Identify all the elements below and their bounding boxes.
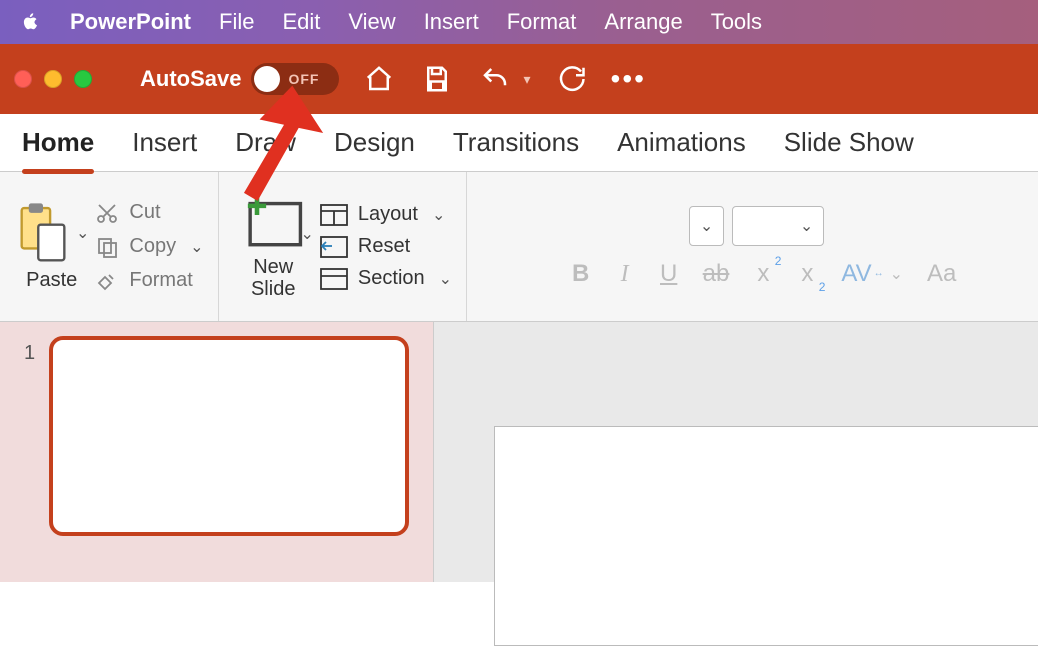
tab-design[interactable]: Design [334, 127, 415, 158]
char-spacing-button[interactable]: AV↔⌄ [841, 260, 903, 288]
minimize-window-button[interactable] [44, 70, 62, 88]
strikethrough-button[interactable]: ab [703, 260, 730, 288]
new-slide-dropdown-icon[interactable]: ⌄ [301, 224, 314, 244]
tab-slideshow[interactable]: Slide Show [784, 127, 914, 158]
slide-canvas-area[interactable] [434, 322, 1038, 582]
mac-menubar: PowerPoint File Edit View Insert Format … [0, 0, 1038, 44]
tab-transitions[interactable]: Transitions [453, 127, 579, 158]
spacing-dropdown-icon[interactable]: ⌄ [890, 264, 903, 284]
paste-dropdown-icon[interactable]: ⌄ [76, 223, 89, 243]
window-titlebar: AutoSave OFF ▾ ••• [0, 44, 1038, 114]
autosave-state: OFF [288, 71, 319, 87]
mac-menu-insert[interactable]: Insert [424, 9, 479, 35]
slide-thumbnail-1[interactable] [49, 336, 409, 536]
reset-label: Reset [358, 235, 410, 258]
subscript-button[interactable]: x2 [797, 260, 817, 288]
mac-menu-view[interactable]: View [348, 9, 395, 35]
clipboard-group: ⌄ Paste Cut Copy ⌄ Format [0, 172, 219, 321]
section-label: Section [358, 267, 425, 290]
font-group: ⌄ ⌄ B I U ab x2 x2 AV↔⌄ Aa [467, 172, 1038, 321]
paste-label: Paste [26, 269, 77, 292]
mac-menu-edit[interactable]: Edit [282, 9, 320, 35]
undo-dropdown-icon[interactable]: ▾ [523, 71, 530, 88]
reset-button[interactable]: Reset [320, 235, 452, 259]
close-window-button[interactable] [14, 70, 32, 88]
redo-button[interactable] [553, 61, 589, 97]
font-size-select[interactable]: ⌄ [732, 206, 824, 246]
mac-menu-format[interactable]: Format [507, 9, 577, 35]
cut-label: Cut [129, 201, 160, 224]
new-slide-button[interactable]: ⌄ New Slide [233, 194, 314, 300]
section-button[interactable]: Section ⌄ [320, 267, 452, 291]
copy-button[interactable]: Copy ⌄ [95, 235, 203, 259]
autosave-label: AutoSave [140, 66, 241, 92]
undo-button[interactable] [477, 61, 513, 97]
bold-button[interactable]: B [571, 260, 591, 288]
fullscreen-window-button[interactable] [74, 70, 92, 88]
tab-insert[interactable]: Insert [132, 127, 197, 158]
home-button[interactable] [361, 61, 397, 97]
slide-number: 1 [24, 342, 35, 568]
italic-button[interactable]: I [615, 261, 635, 288]
autosave-toggle-group: AutoSave OFF [140, 63, 339, 95]
superscript-button[interactable]: x2 [753, 260, 773, 288]
layout-dropdown-icon[interactable]: ⌄ [432, 205, 445, 225]
tab-home[interactable]: Home [22, 127, 94, 158]
mac-menu-tools[interactable]: Tools [711, 9, 762, 35]
new-slide-label: New Slide [251, 256, 295, 300]
paste-button[interactable]: ⌄ [14, 201, 89, 265]
chevron-down-icon: ⌄ [700, 216, 713, 236]
slides-group: ⌄ New Slide Layout ⌄ Reset Section ⌄ [219, 172, 468, 321]
workspace: 1 [0, 322, 1038, 582]
toggle-knob-icon [254, 66, 280, 92]
layout-label: Layout [358, 203, 418, 226]
slide-canvas[interactable] [494, 426, 1038, 646]
slide-thumbnail-panel[interactable]: 1 [0, 322, 434, 582]
copy-label: Copy [129, 235, 176, 258]
section-dropdown-icon[interactable]: ⌄ [439, 269, 452, 289]
font-family-select[interactable]: ⌄ [689, 206, 724, 246]
mac-app-name[interactable]: PowerPoint [70, 9, 191, 35]
window-controls [14, 70, 92, 88]
mac-menu-file[interactable]: File [219, 9, 254, 35]
change-case-button[interactable]: Aa [927, 260, 956, 288]
format-painter-label: Format [129, 269, 192, 292]
tab-draw[interactable]: Draw [235, 127, 296, 158]
ribbon-tabstrip: Home Insert Draw Design Transitions Anim… [0, 114, 1038, 172]
underline-button[interactable]: U [659, 260, 679, 288]
layout-button[interactable]: Layout ⌄ [320, 203, 452, 227]
mac-menu-arrange[interactable]: Arrange [604, 9, 682, 35]
chevron-down-icon: ⌄ [800, 216, 813, 236]
ribbon-home: ⌄ Paste Cut Copy ⌄ Format ⌄ New Slide [0, 172, 1038, 322]
apple-logo-icon[interactable] [18, 10, 42, 34]
cut-button[interactable]: Cut [95, 201, 203, 225]
save-button[interactable] [419, 61, 455, 97]
autosave-toggle[interactable]: OFF [251, 63, 339, 95]
copy-dropdown-icon[interactable]: ⌄ [190, 237, 203, 257]
format-painter-button[interactable]: Format [95, 269, 203, 293]
tab-animations[interactable]: Animations [617, 127, 746, 158]
